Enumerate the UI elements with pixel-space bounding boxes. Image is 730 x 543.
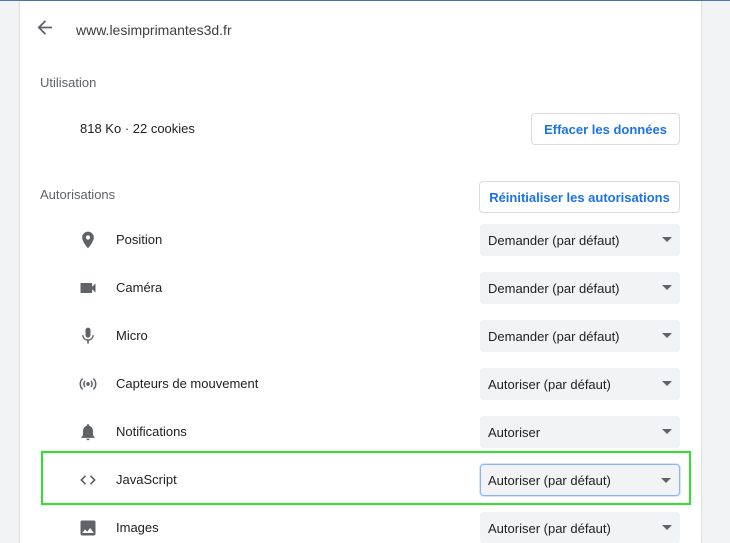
location-pin-icon	[78, 230, 98, 250]
motion-sensor-icon	[78, 374, 98, 394]
dropdown-arrow-icon	[662, 237, 672, 242]
bell-icon	[78, 422, 98, 442]
permission-select-value: Autoriser (par défaut)	[488, 376, 611, 392]
permission-label: Micro	[116, 328, 148, 343]
microphone-icon	[78, 326, 98, 346]
permission-select-value: Autoriser	[488, 424, 541, 440]
permissions-section-label: Autorisations	[40, 187, 116, 202]
dropdown-arrow-icon	[662, 333, 672, 338]
image-icon	[78, 518, 98, 538]
arrow-back-icon	[37, 20, 52, 35]
permission-label: Images	[116, 520, 159, 535]
permission-row-camera: Caméra Demander (par défaut)	[20, 264, 701, 312]
permission-row-notifications: Notifications Autoriser	[20, 408, 701, 456]
site-url-title: www.lesimprimantes3d.fr	[76, 22, 232, 38]
permission-select-value: Autoriser (par défaut)	[488, 520, 611, 536]
permission-label: Capteurs de mouvement	[116, 376, 259, 391]
permission-label: Caméra	[116, 280, 163, 295]
dropdown-arrow-icon	[662, 285, 672, 290]
clear-data-button[interactable]: Effacer les données	[531, 113, 680, 145]
permission-row-micro: Micro Demander (par défaut)	[20, 312, 701, 360]
usage-section-label: Utilisation	[40, 75, 97, 90]
back-button[interactable]	[36, 19, 60, 39]
reset-permissions-button[interactable]: Réinitialiser les autorisations	[479, 181, 680, 213]
permission-label: Position	[116, 232, 163, 247]
permission-row-motion-sensors: Capteurs de mouvement Autoriser (par défa…	[20, 360, 701, 408]
permission-row-images: Images Autoriser (par défaut)	[20, 504, 701, 543]
camera-icon	[78, 278, 98, 298]
permission-select-value: Demander (par défaut)	[488, 232, 620, 248]
permission-row-position: Position Demander (par défaut)	[20, 216, 701, 264]
highlight-javascript-row	[41, 451, 691, 505]
permission-select-notifications[interactable]: Autoriser	[480, 416, 680, 448]
permission-select-position[interactable]: Demander (par défaut)	[480, 224, 680, 256]
permission-select-motion-sensors[interactable]: Autoriser (par défaut)	[480, 368, 680, 400]
dropdown-arrow-icon	[662, 525, 672, 530]
permission-select-micro[interactable]: Demander (par défaut)	[480, 320, 680, 352]
dropdown-arrow-icon	[662, 429, 672, 434]
permission-select-camera[interactable]: Demander (par défaut)	[480, 272, 680, 304]
usage-summary: 818 Ko · 22 cookies	[80, 121, 195, 136]
permission-select-value: Demander (par défaut)	[488, 280, 620, 296]
dropdown-arrow-icon	[662, 381, 672, 386]
permission-label: Notifications	[116, 424, 187, 439]
permission-select-images[interactable]: Autoriser (par défaut)	[480, 512, 680, 543]
permission-select-value: Demander (par défaut)	[488, 328, 620, 344]
